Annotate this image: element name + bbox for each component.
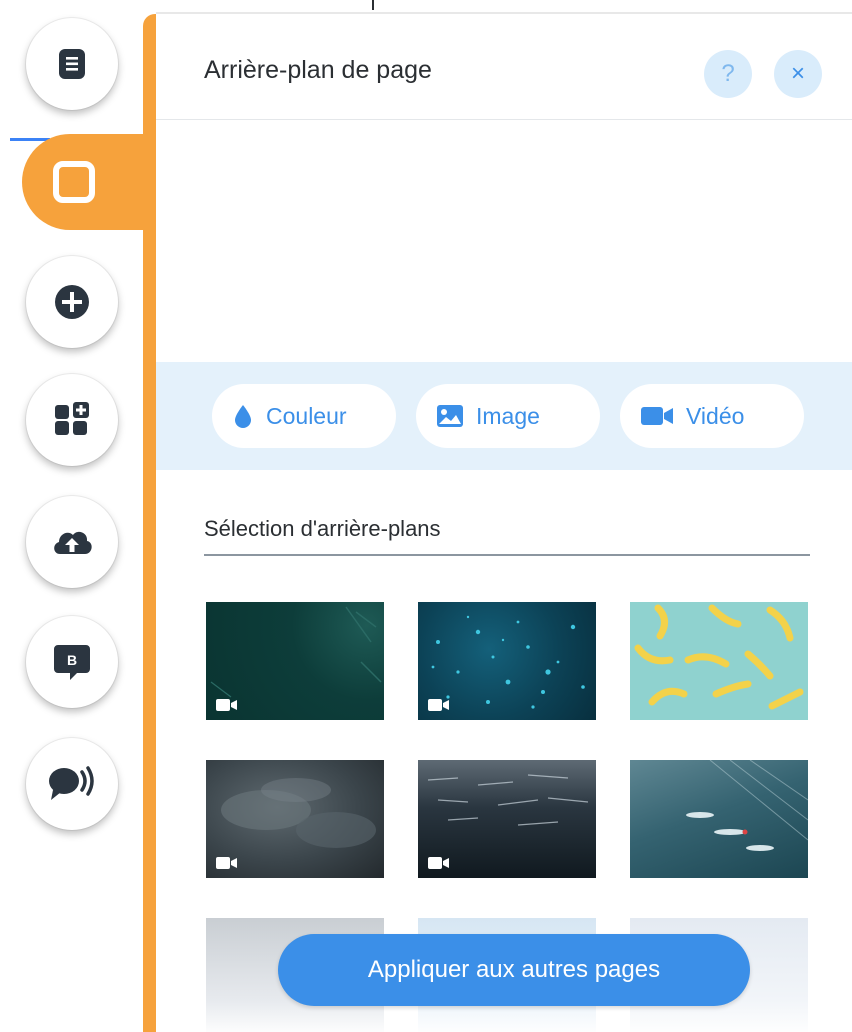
color-button[interactable]: Couleur (212, 384, 396, 448)
rail-chat-button[interactable] (26, 738, 118, 830)
chat-icon (49, 766, 94, 800)
apply-to-other-pages-button[interactable]: Appliquer aux autres pages (278, 934, 750, 1006)
drop-icon (235, 405, 251, 428)
cloud-upload-icon (54, 531, 92, 554)
rail-pages-button[interactable] (26, 18, 118, 110)
rail-apps-button[interactable] (26, 374, 118, 466)
image-icon (437, 405, 463, 427)
plus-circle-icon (55, 285, 89, 319)
help-button[interactable]: ? (704, 50, 752, 98)
square-icon (53, 161, 95, 203)
page-icon (59, 49, 85, 79)
video-badge-icon (216, 699, 237, 711)
help-icon: ? (721, 60, 735, 87)
background-thumbnail[interactable] (206, 602, 384, 720)
left-rail: B (0, 0, 156, 1032)
background-thumbnail[interactable] (630, 602, 808, 720)
close-icon: × (790, 60, 805, 87)
background-type-bar: Couleur Image Vidéo (156, 362, 852, 470)
blog-icon: B (54, 645, 90, 680)
thumbnail-art (686, 760, 808, 851)
video-badge-icon (428, 699, 449, 711)
blog-glyph: B (67, 652, 77, 668)
video-badge-icon (428, 857, 449, 869)
color-button-label: Couleur (266, 402, 347, 429)
top-tick (372, 0, 374, 10)
rail-add-button[interactable] (26, 256, 118, 348)
image-button-label: Image (476, 402, 540, 429)
section-divider (204, 554, 810, 556)
rail-upload-button[interactable] (26, 496, 118, 588)
add-apps-icon (55, 402, 89, 435)
background-preview (156, 121, 852, 361)
video-icon (641, 407, 673, 425)
panel-header: Arrière-plan de page ? × (156, 14, 852, 120)
rail-blog-button[interactable]: B (26, 616, 118, 708)
video-badge-icon (216, 857, 237, 869)
background-thumbnail[interactable] (206, 760, 384, 878)
background-panel: Arrière-plan de page ? × Couleur Image V… (156, 14, 852, 1032)
background-thumbnail[interactable] (418, 760, 596, 878)
video-button-label: Vidéo (686, 402, 745, 429)
panel-title: Arrière-plan de page (204, 56, 432, 84)
banana-art (634, 604, 804, 710)
image-button[interactable]: Image (416, 384, 600, 448)
background-thumbnail[interactable] (630, 760, 808, 878)
background-thumbnail[interactable] (418, 602, 596, 720)
video-button[interactable]: Vidéo (620, 384, 804, 448)
section-title: Sélection d'arrière-plans (204, 516, 441, 541)
close-button[interactable]: × (774, 50, 822, 98)
